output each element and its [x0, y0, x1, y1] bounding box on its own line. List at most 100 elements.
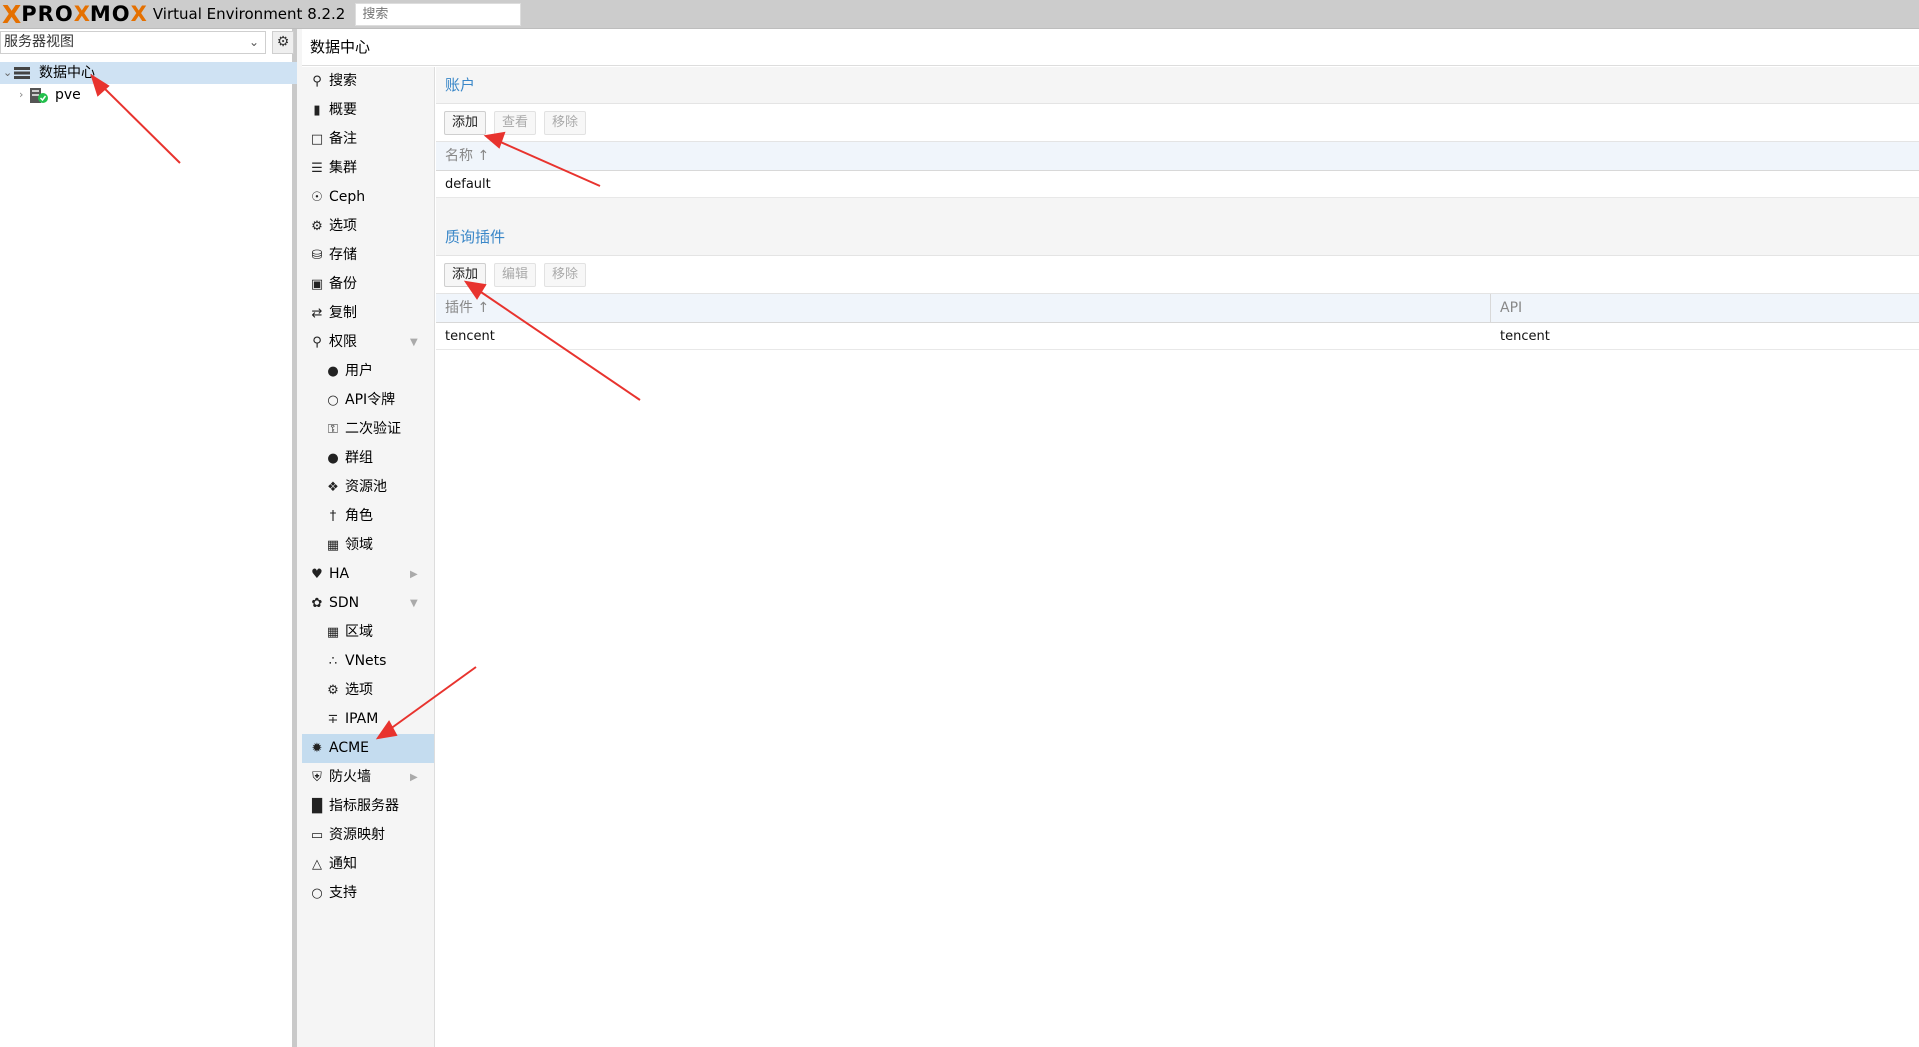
- nav-item-label: 搜索: [329, 73, 357, 89]
- nav-item-permissions[interactable]: ⚲ 权限 ▼: [302, 328, 434, 357]
- nav-item-notifications[interactable]: △ 通知: [302, 850, 434, 879]
- nav-item-cluster[interactable]: ☰ 集群: [302, 154, 434, 183]
- logo-x-mark: X: [2, 0, 22, 29]
- chevron-down-icon: ⌄: [248, 35, 259, 49]
- nav-item-label: 防火墙: [329, 769, 371, 785]
- nav-item-label: HA: [329, 566, 350, 582]
- nav-item-label: 群组: [345, 450, 373, 466]
- comments-icon: ○: [311, 886, 323, 901]
- nav-item-replication[interactable]: ⇄ 复制: [302, 299, 434, 328]
- logo-x-mark-middle: X: [73, 1, 90, 26]
- sdn-icon: ✿: [311, 596, 323, 611]
- nav-item-label: IPAM: [345, 711, 379, 727]
- logo-text-pro: PRO: [21, 1, 74, 26]
- accounts-remove-button[interactable]: 移除: [544, 111, 587, 135]
- nav-item-ipam[interactable]: ∓ IPAM: [302, 705, 434, 734]
- content-area: 数据中心 ⚲ 搜索 ▮ 概要 □ 备注 ☰ 集群 ☉ Ceph ⚙ 选项 ⛁ 存…: [302, 29, 1919, 1047]
- plugins-toolbar: 添加 编辑 移除: [436, 256, 1919, 294]
- acme-main-panel: 账户 添加 查看 移除 名称 ↑ default 质询插件 添加 编辑 移除 插…: [436, 67, 1919, 1047]
- nav-item-storage[interactable]: ⛁ 存储: [302, 241, 434, 270]
- nav-item-realms[interactable]: ▦ 领域: [302, 531, 434, 560]
- tree-settings-button[interactable]: ⚙: [272, 31, 294, 54]
- nav-item-users[interactable]: ● 用户: [302, 357, 434, 386]
- th-icon: ▦: [326, 625, 340, 640]
- nav-item-label: 指标服务器: [329, 798, 399, 814]
- version-label: Virtual Environment 8.2.2: [152, 5, 346, 23]
- account-name-cell: default: [445, 177, 491, 192]
- global-search-input[interactable]: [355, 2, 522, 26]
- nav-item-label: 选项: [345, 682, 373, 698]
- plugin-name-cell: tencent: [445, 329, 495, 344]
- nav-item-resource-mappings[interactable]: ▭ 资源映射: [302, 821, 434, 850]
- user-icon: ●: [327, 364, 339, 379]
- nav-item-api-tokens[interactable]: ○ API令牌: [302, 386, 434, 415]
- breadcrumb-label: 数据中心: [310, 38, 371, 56]
- nav-item-support[interactable]: ○ 支持: [302, 879, 434, 908]
- datacenter-nav-menu: ⚲ 搜索 ▮ 概要 □ 备注 ☰ 集群 ☉ Ceph ⚙ 选项 ⛁ 存储 ▣ 备: [302, 67, 435, 1047]
- nav-item-acme[interactable]: ✹ ACME: [302, 734, 434, 763]
- signs-icon: ∓: [327, 712, 339, 727]
- datacenter-icon: [14, 67, 30, 79]
- proxmox-logo[interactable]: X PRO X MO X: [0, 0, 147, 29]
- book-icon: ▮: [313, 103, 321, 118]
- floppy-icon: ▣: [310, 277, 324, 292]
- nav-item-pools[interactable]: ❖ 资源池: [302, 473, 434, 502]
- plugins-remove-button[interactable]: 移除: [544, 263, 587, 287]
- tree-item-datacenter[interactable]: ⌄ 数据中心: [0, 62, 297, 84]
- view-select[interactable]: 服务器视图 ⌄: [0, 31, 266, 54]
- nav-item-ha[interactable]: ♥ HA ▶: [302, 560, 434, 589]
- view-select-value: 服务器视图: [4, 34, 74, 50]
- nav-item-label: 区域: [345, 624, 373, 640]
- plugin-api-cell: tencent: [1500, 329, 1550, 344]
- accounts-add-button[interactable]: 添加: [444, 111, 487, 135]
- collapse-icon[interactable]: ⌄: [3, 62, 12, 84]
- nav-item-label: 存储: [329, 247, 357, 263]
- tree-item-node-pve[interactable]: › pve: [0, 84, 297, 106]
- nav-item-metric-server[interactable]: █ 指标服务器: [302, 792, 434, 821]
- plugins-add-button[interactable]: 添加: [444, 263, 487, 287]
- search-icon: ⚲: [312, 74, 322, 89]
- nav-item-notes[interactable]: □ 备注: [302, 125, 434, 154]
- tree-item-label: pve: [55, 87, 81, 103]
- accounts-toolbar: 添加 查看 移除: [436, 104, 1919, 142]
- chevron-right-icon[interactable]: ▶: [410, 560, 418, 589]
- nav-item-two-factor[interactable]: ⚿ 二次验证: [302, 415, 434, 444]
- nav-item-vnets[interactable]: ∴ VNets: [302, 647, 434, 676]
- nav-item-label: SDN: [329, 595, 360, 611]
- nav-item-search[interactable]: ⚲ 搜索: [302, 67, 434, 96]
- nav-item-sdn-options[interactable]: ⚙ 选项: [302, 676, 434, 705]
- nav-item-options[interactable]: ⚙ 选项: [302, 212, 434, 241]
- nav-item-groups[interactable]: ● 群组: [302, 444, 434, 473]
- nav-item-zones[interactable]: ▦ 区域: [302, 618, 434, 647]
- heartbeat-icon: ♥: [311, 567, 323, 582]
- nav-item-ceph[interactable]: ☉ Ceph: [302, 183, 434, 212]
- chevron-down-icon[interactable]: ▼: [410, 589, 418, 618]
- bar-chart-icon: █: [312, 799, 322, 814]
- gear-icon: ⚙: [311, 219, 323, 234]
- nav-item-sdn[interactable]: ✿ SDN ▼: [302, 589, 434, 618]
- nav-item-label: API令牌: [345, 392, 396, 408]
- table-row[interactable]: tencent tencent: [436, 323, 1919, 350]
- table-row[interactable]: default: [436, 171, 1919, 198]
- accounts-view-button[interactable]: 查看: [494, 111, 537, 135]
- chevron-down-icon[interactable]: ▼: [410, 328, 418, 357]
- logo-text-mo: MO: [89, 1, 131, 26]
- nav-item-label: 用户: [345, 363, 373, 379]
- column-header-plugin[interactable]: 插件 ↑: [436, 294, 489, 323]
- user-outline-icon: ○: [327, 393, 339, 408]
- expand-icon[interactable]: ›: [19, 84, 23, 106]
- nav-item-label: ACME: [329, 740, 370, 756]
- nav-item-firewall[interactable]: ⛨ 防火墙 ▶: [302, 763, 434, 792]
- section-divider: [436, 198, 1919, 219]
- nav-item-backup[interactable]: ▣ 备份: [302, 270, 434, 299]
- nav-item-roles[interactable]: † 角色: [302, 502, 434, 531]
- nav-item-label: Ceph: [329, 189, 366, 205]
- key-icon: ⚿: [328, 422, 338, 437]
- nav-item-summary[interactable]: ▮ 概要: [302, 96, 434, 125]
- chevron-right-icon[interactable]: ▶: [410, 763, 418, 792]
- column-header-name[interactable]: 名称 ↑: [436, 142, 489, 171]
- note-icon: □: [310, 132, 324, 147]
- bell-icon: △: [312, 857, 322, 872]
- plugins-edit-button[interactable]: 编辑: [494, 263, 537, 287]
- column-header-api[interactable]: API: [1490, 294, 1522, 323]
